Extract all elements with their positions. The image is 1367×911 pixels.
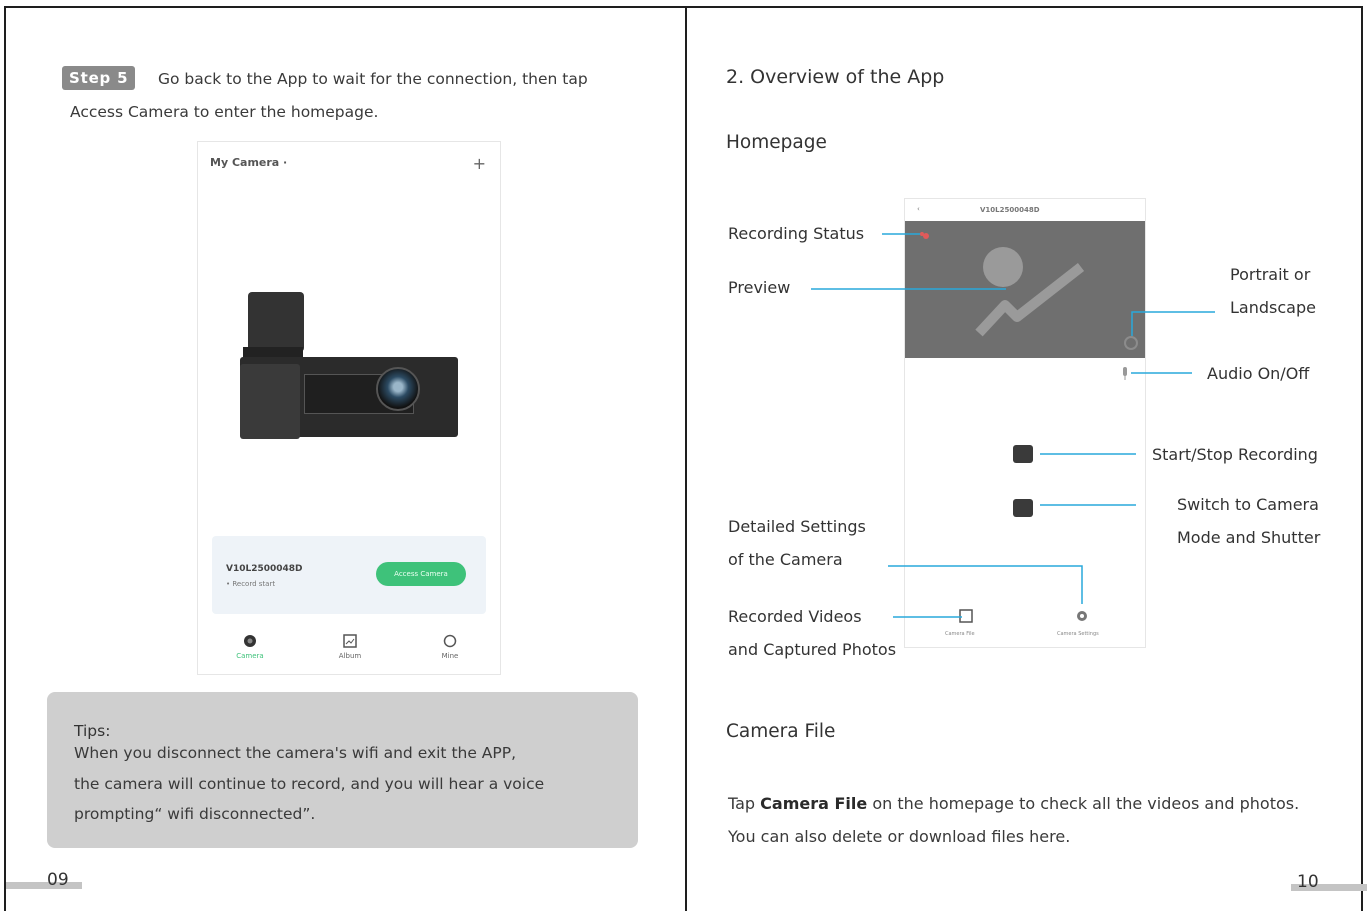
tab-album: Album — [320, 634, 380, 660]
camera-settings-icon — [1077, 611, 1087, 621]
tips-box: Tips: When you disconnect the camera's w… — [47, 692, 638, 848]
camera-file-icon — [959, 609, 973, 623]
step-instruction-line-1: Go back to the App to wait for the conne… — [158, 70, 588, 88]
camera-file-heading: Camera File — [726, 721, 836, 742]
camera-file-paragraph-line-1: Tap Camera File on the homepage to check… — [728, 794, 1300, 813]
back-icon: ‹ — [917, 205, 920, 213]
record-button-icon — [1013, 445, 1033, 463]
device-status: • Record start — [226, 580, 276, 588]
section-title: 2. Overview of the App — [726, 66, 945, 88]
page-number-right: 10 — [1297, 872, 1319, 892]
preview-placeholder-icon — [975, 247, 1138, 350]
shutter-button-icon — [1013, 499, 1033, 517]
live-preview — [905, 221, 1145, 358]
tips-title: Tips: — [74, 722, 111, 740]
page-divider — [685, 6, 687, 911]
app-topbar: ‹ V10L2500048D — [905, 199, 1145, 221]
device-card: V10L2500048D • Record start Access Camer… — [212, 536, 486, 614]
device-name: V10L2500048D — [226, 564, 303, 574]
mine-tab-icon — [443, 634, 457, 648]
page-number-bar-left — [6, 882, 82, 889]
tab-camera: Camera — [220, 634, 280, 660]
label-recorded-videos: Recorded Videos — [728, 607, 862, 626]
label-audio: Audio On/Off — [1207, 364, 1310, 383]
camera-file-tab-label: Camera File — [945, 631, 975, 637]
label-captured-photos: and Captured Photos — [728, 640, 897, 659]
tips-line-1: When you disconnect the camera's wifi an… — [74, 744, 517, 762]
page-number-left: 09 — [47, 870, 69, 890]
tips-line-3: prompting“ wifi disconnected”. — [74, 805, 316, 823]
step-badge: Step 5 — [62, 66, 136, 90]
label-landscape: Landscape — [1230, 298, 1316, 317]
album-tab-icon — [343, 634, 357, 648]
my-camera-title: My Camera · — [210, 156, 288, 169]
phone-homepage-screenshot: My Camera · + V10L2500048D • Record star… — [197, 141, 501, 675]
tips-line-2: the camera will continue to record, and … — [74, 775, 545, 793]
label-of-the-camera: of the Camera — [728, 550, 843, 569]
dashcam-product-image — [238, 292, 460, 452]
label-detailed-settings: Detailed Settings — [728, 517, 866, 536]
app-device-title: V10L2500048D — [980, 206, 1040, 214]
camera-settings-tab-label: Camera Settings — [1057, 631, 1099, 637]
label-start-stop-recording: Start/Stop Recording — [1152, 445, 1318, 464]
label-mode-and-shutter: Mode and Shutter — [1177, 528, 1321, 547]
recording-status-dot — [923, 233, 929, 239]
app-homepage-screenshot: ‹ V10L2500048D Camera File Camera Settin… — [904, 198, 1146, 648]
label-recording-status: Recording Status — [728, 224, 865, 243]
access-camera-button: Access Camera — [376, 562, 466, 586]
tab-mine: Mine — [420, 634, 480, 660]
homepage-heading: Homepage — [726, 132, 827, 153]
step-instruction-line-2: Access Camera to enter the homepage. — [70, 103, 379, 121]
camera-tab-icon — [244, 635, 256, 647]
microphone-icon — [1123, 367, 1127, 380]
camera-file-paragraph-line-2: You can also delete or download files he… — [728, 827, 1071, 846]
label-switch-to-camera: Switch to Camera — [1177, 495, 1319, 514]
camera-file-bold: Camera File — [760, 794, 868, 813]
camera-lens-icon — [376, 367, 420, 411]
label-portrait-or: Portrait or — [1230, 265, 1311, 284]
add-icon: + — [472, 154, 486, 173]
label-preview: Preview — [728, 278, 791, 297]
